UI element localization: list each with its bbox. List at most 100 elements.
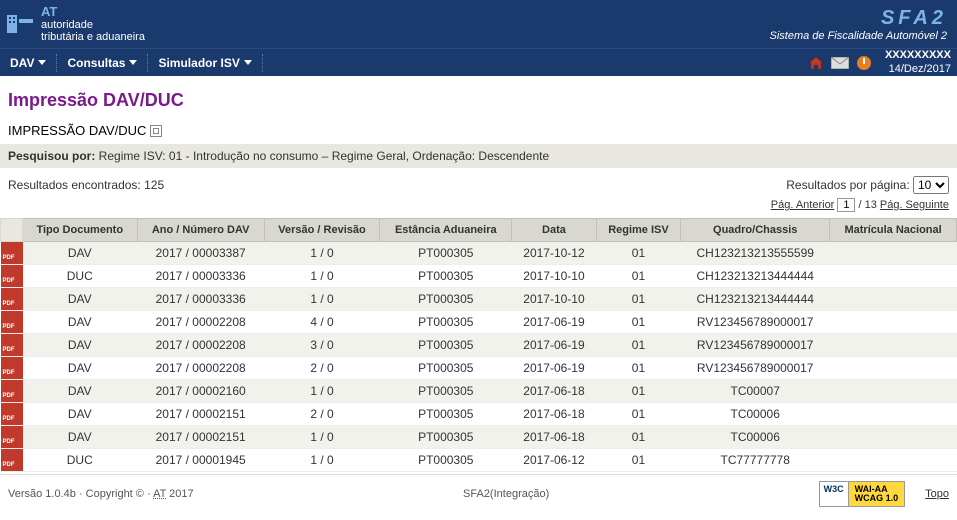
cell-versao: 2 / 0 — [264, 403, 380, 426]
menu-label: DAV — [10, 56, 34, 70]
cell-estancia: PT000305 — [380, 449, 512, 472]
cell-data: 2017-10-10 — [512, 265, 596, 288]
menu-consultas[interactable]: Consultas — [57, 49, 147, 76]
cell-tipo: DUC — [23, 449, 138, 472]
cell-ano: 2017 / 00002208 — [137, 311, 264, 334]
w3c-label: W3C — [820, 482, 849, 506]
page-total: / 13 — [858, 199, 879, 211]
pagination: Pág. Anterior / 13 Pág. Seguinte — [0, 196, 957, 218]
cell-data: 2017-06-19 — [512, 357, 596, 380]
username: XXXXXXXXX — [885, 49, 951, 62]
pdf-icon[interactable]: PDF — [1, 311, 23, 334]
results-per-page: Resultados por página: 10 — [786, 176, 949, 194]
cell-chassis: RV123456789000017 — [681, 357, 830, 380]
cell-ano: 2017 / 00003387 — [137, 242, 264, 265]
search-summary: Pesquisou por: Regime ISV: 01 - Introduç… — [0, 144, 957, 168]
cell-data: 2017-06-19 — [512, 311, 596, 334]
pdf-icon[interactable]: PDF — [1, 334, 23, 357]
menu-separator — [262, 54, 263, 72]
cell-matricula — [830, 242, 957, 265]
results-per-page-select[interactable]: 10 — [913, 176, 949, 194]
cell-regime: 01 — [596, 426, 681, 449]
cell-tipo: DAV — [23, 334, 138, 357]
cell-ano: 2017 / 00003336 — [137, 288, 264, 311]
cell-regime: 01 — [596, 449, 681, 472]
cell-estancia: PT000305 — [380, 403, 512, 426]
pdf-icon[interactable]: PDF — [1, 403, 23, 426]
cell-chassis: CH123213213444444 — [681, 288, 830, 311]
cell-matricula — [830, 265, 957, 288]
cell-chassis: TC00006 — [681, 403, 830, 426]
cell-estancia: PT000305 — [380, 334, 512, 357]
pdf-icon[interactable]: PDF — [1, 380, 23, 403]
prev-page-link[interactable]: Pág. Anterior — [771, 199, 835, 211]
app-code: SFA2 — [769, 7, 947, 30]
cell-tipo: DAV — [23, 242, 138, 265]
cell-estancia: PT000305 — [380, 311, 512, 334]
next-page-link[interactable]: Pág. Seguinte — [880, 199, 949, 211]
cell-regime: 01 — [596, 288, 681, 311]
cell-versao: 1 / 0 — [264, 265, 380, 288]
cell-ano: 2017 / 00002160 — [137, 380, 264, 403]
pdf-icon[interactable]: PDF — [1, 288, 23, 311]
cell-versao: 1 / 0 — [264, 380, 380, 403]
cell-versao: 2 / 0 — [264, 357, 380, 380]
menu-dav[interactable]: DAV — [0, 49, 56, 76]
table-header-row: Tipo Documento Ano / Número DAV Versão /… — [1, 219, 957, 242]
cell-tipo: DAV — [23, 288, 138, 311]
cell-regime: 01 — [596, 380, 681, 403]
section-label: IMPRESSÃO DAV/DUC — [8, 123, 146, 138]
cell-data: 2017-06-12 — [512, 449, 596, 472]
app-name: Sistema de Fiscalidade Automóvel 2 — [769, 30, 947, 42]
col-regime[interactable]: Regime ISV — [596, 219, 681, 242]
wai-aa-badge[interactable]: W3C WAI-AAWCAG 1.0 — [819, 481, 906, 507]
footer-center: SFA2(Integração) — [194, 488, 819, 500]
pdf-icon[interactable]: PDF — [1, 265, 23, 288]
cell-ano: 2017 / 00002151 — [137, 426, 264, 449]
table-row: PDFDAV2017 / 000033871 / 0PT0003052017-1… — [1, 242, 957, 265]
cell-data: 2017-10-10 — [512, 288, 596, 311]
cell-regime: 01 — [596, 403, 681, 426]
chevron-down-icon — [129, 60, 137, 65]
pdf-icon[interactable]: PDF — [1, 242, 23, 265]
col-tipo[interactable]: Tipo Documento — [23, 219, 138, 242]
cell-matricula — [830, 357, 957, 380]
cell-regime: 01 — [596, 242, 681, 265]
cell-matricula — [830, 403, 957, 426]
table-row: PDFDUC2017 / 000019451 / 0PT0003052017-0… — [1, 449, 957, 472]
col-estancia[interactable]: Estância Aduaneira — [380, 219, 512, 242]
menu-bar: DAV Consultas Simulador ISV XXXXXXXXX 14… — [0, 48, 957, 76]
footer: Versão 1.0.4b · Copyright © · AT 2017 SF… — [0, 474, 957, 513]
mail-icon[interactable] — [831, 55, 849, 71]
cell-matricula — [830, 334, 957, 357]
cell-ano: 2017 / 00003336 — [137, 265, 264, 288]
page-input[interactable] — [837, 198, 855, 212]
cell-tipo: DAV — [23, 380, 138, 403]
cell-data: 2017-06-19 — [512, 334, 596, 357]
footer-version: Versão 1.0.4b · Copyright © · AT 2017 — [8, 488, 194, 500]
topo-link[interactable]: Topo — [925, 488, 949, 500]
cell-chassis: TC00006 — [681, 426, 830, 449]
results-count: Resultados encontrados: 125 — [8, 178, 786, 192]
cell-regime: 01 — [596, 311, 681, 334]
cell-matricula — [830, 426, 957, 449]
pdf-icon[interactable]: PDF — [1, 449, 23, 472]
logout-icon[interactable] — [855, 55, 873, 71]
cell-tipo: DUC — [23, 265, 138, 288]
home-icon[interactable] — [807, 55, 825, 71]
at-link[interactable]: AT — [153, 488, 166, 500]
current-date: 14/Dez/2017 — [885, 63, 951, 76]
cell-estancia: PT000305 — [380, 242, 512, 265]
wai-label: WAI-AAWCAG 1.0 — [849, 482, 905, 506]
col-ano[interactable]: Ano / Número DAV — [137, 219, 264, 242]
col-versao[interactable]: Versão / Revisão — [264, 219, 380, 242]
col-chassis[interactable]: Quadro/Chassis — [681, 219, 830, 242]
pdf-icon[interactable]: PDF — [1, 357, 23, 380]
table-row: PDFDAV2017 / 000033361 / 0PT0003052017-1… — [1, 288, 957, 311]
col-data[interactable]: Data — [512, 219, 596, 242]
window-icon[interactable] — [150, 125, 162, 137]
table-row: PDFDUC2017 / 000033361 / 0PT0003052017-1… — [1, 265, 957, 288]
menu-simulador[interactable]: Simulador ISV — [148, 49, 261, 76]
col-matricula[interactable]: Matrícula Nacional — [830, 219, 957, 242]
pdf-icon[interactable]: PDF — [1, 426, 23, 449]
